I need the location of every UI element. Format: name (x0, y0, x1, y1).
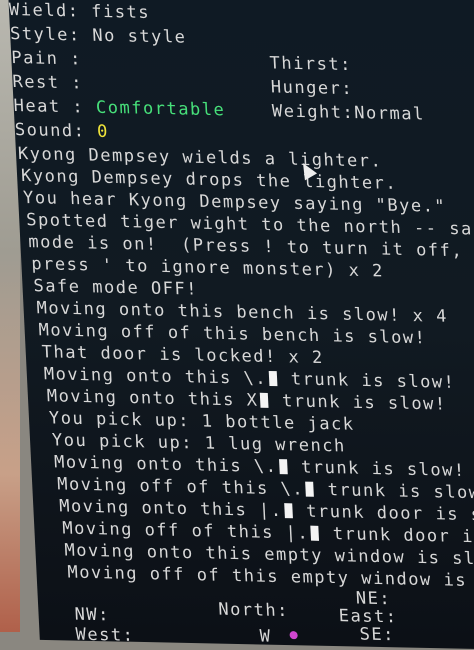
log-text: Moving off of this \. (56, 474, 305, 500)
sound-label: Sound: (14, 119, 86, 142)
block-glyph (278, 459, 288, 475)
log-text: Moving onto this \. (43, 364, 268, 389)
block-glyph (284, 503, 293, 519)
style-label: Style: (9, 23, 82, 46)
weight-row: Weight:Normal (272, 101, 426, 124)
block-glyph (260, 392, 269, 408)
log-text: trunk door is slow! (332, 524, 474, 548)
rest-label: Rest : (12, 71, 84, 94)
log-message: Safe mode OFF! (33, 276, 199, 300)
block-glyph (268, 370, 278, 387)
thirst-label: Thirst: (269, 53, 353, 76)
log-text: trunk is slow! (269, 390, 448, 415)
sound-row: Sound: 0 (14, 120, 109, 142)
wield-value: fists (90, 1, 151, 23)
player-marker (289, 631, 298, 640)
compass-west: West: (75, 624, 135, 646)
wield-label: Wield: (8, 0, 80, 22)
heat-value: Comfortable (95, 97, 226, 121)
weight-value: Normal (353, 103, 426, 125)
pain-label: Pain : (10, 47, 83, 70)
block-glyph (310, 525, 320, 541)
wield-row: Wield: fists (8, 0, 150, 23)
heat-row: Heat : Comfortable (13, 96, 226, 120)
game-terminal: Wield: fists Style: No style Pain : Thir… (8, 0, 474, 650)
compass-nw: NW: (74, 604, 111, 626)
block-glyph (305, 481, 315, 497)
style-row: Style: No style (10, 24, 187, 48)
hunger-label: Hunger: (270, 77, 354, 100)
log-text: Moving off of this |. (61, 518, 310, 544)
log-text: trunk is slow! (288, 457, 467, 481)
compass-se: SE: (359, 624, 396, 646)
style-value: No style (91, 25, 187, 48)
log-text: trunk is slow! (278, 369, 456, 393)
log-text: Moving onto this X (46, 386, 259, 411)
weight-label: Weight: (271, 101, 355, 124)
sound-value: 0 (96, 121, 110, 142)
compass-north: North: (217, 599, 290, 622)
log-text: Moving onto this \. (53, 452, 278, 478)
log-text: trunk is slow! (327, 480, 474, 504)
log-text: Moving onto this |. (58, 496, 284, 522)
heat-label: Heat : (13, 95, 85, 118)
compass-west-value: W (259, 626, 272, 647)
log-text: trunk door is slow! (305, 501, 474, 527)
